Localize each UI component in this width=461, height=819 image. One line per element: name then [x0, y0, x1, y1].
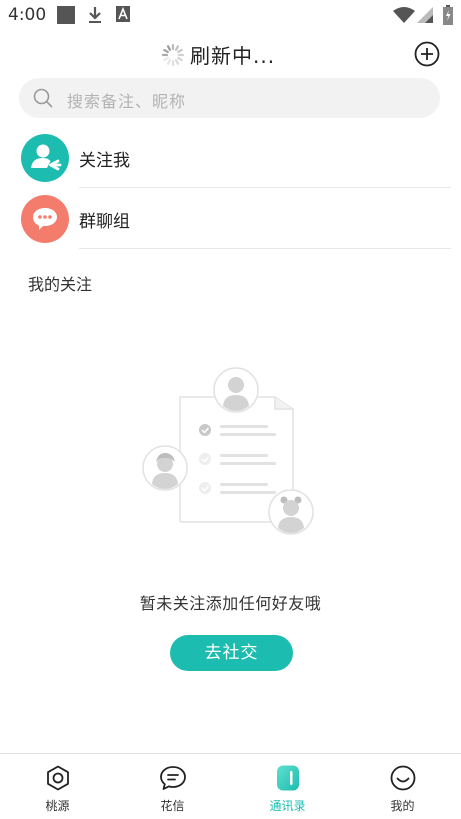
nav-label: 桃源 — [45, 799, 70, 813]
nav-item-contacts[interactable]: 通讯录 — [230, 754, 345, 819]
page-title: 刷新中... — [190, 44, 276, 68]
status-bar: 4:00 — [0, 0, 461, 32]
contacts-icon — [276, 765, 299, 791]
nav-label: 我的 — [390, 799, 415, 813]
font-a-icon — [116, 6, 130, 22]
signal-icon — [417, 7, 433, 23]
status-time: 4:00 — [8, 5, 47, 25]
search-icon — [33, 88, 53, 108]
header: 刷新中... — [0, 36, 461, 76]
chat-bubble-icon — [159, 766, 186, 790]
list-item-label: 群聊组 — [79, 212, 130, 232]
wifi-icon — [393, 7, 415, 23]
stop-square-icon — [57, 6, 75, 24]
loading-spinner-icon — [161, 43, 185, 66]
empty-contacts-illustration — [142, 367, 314, 535]
divider — [79, 248, 451, 249]
list-item-follow-me[interactable]: 关注我 — [0, 128, 461, 188]
search-placeholder: 搜索备注、昵称 — [67, 92, 187, 111]
download-icon — [89, 7, 101, 23]
follow-me-avatar — [21, 134, 69, 182]
search-input[interactable]: 搜索备注、昵称 — [19, 78, 440, 118]
add-circle-icon[interactable] — [414, 41, 440, 67]
list-item-group-chat[interactable]: 群聊组 — [0, 189, 461, 249]
section-title: 我的关注 — [28, 275, 93, 294]
empty-state-message: 暂未关注添加任何好友哦 — [139, 594, 322, 613]
nav-label: 花信 — [160, 799, 185, 813]
divider — [79, 187, 451, 188]
smile-icon — [390, 765, 415, 791]
nav-item-huaxin[interactable]: 花信 — [115, 754, 230, 819]
nav-item-taoyuan[interactable]: 桃源 — [0, 754, 115, 819]
group-chat-icon — [33, 208, 57, 230]
group-chat-avatar — [21, 195, 69, 243]
nav-label: 通讯录 — [269, 799, 306, 813]
header-title-wrap: 刷新中... — [161, 40, 275, 69]
bottom-nav: 桃源 花信 通讯录 我的 — [0, 753, 461, 819]
camera-icon — [46, 765, 69, 791]
follow-me-icon — [31, 144, 62, 171]
battery-icon — [443, 5, 453, 25]
go-social-button[interactable]: 去社交 — [170, 635, 293, 671]
nav-item-mine[interactable]: 我的 — [345, 754, 460, 819]
list-item-label: 关注我 — [79, 151, 130, 171]
